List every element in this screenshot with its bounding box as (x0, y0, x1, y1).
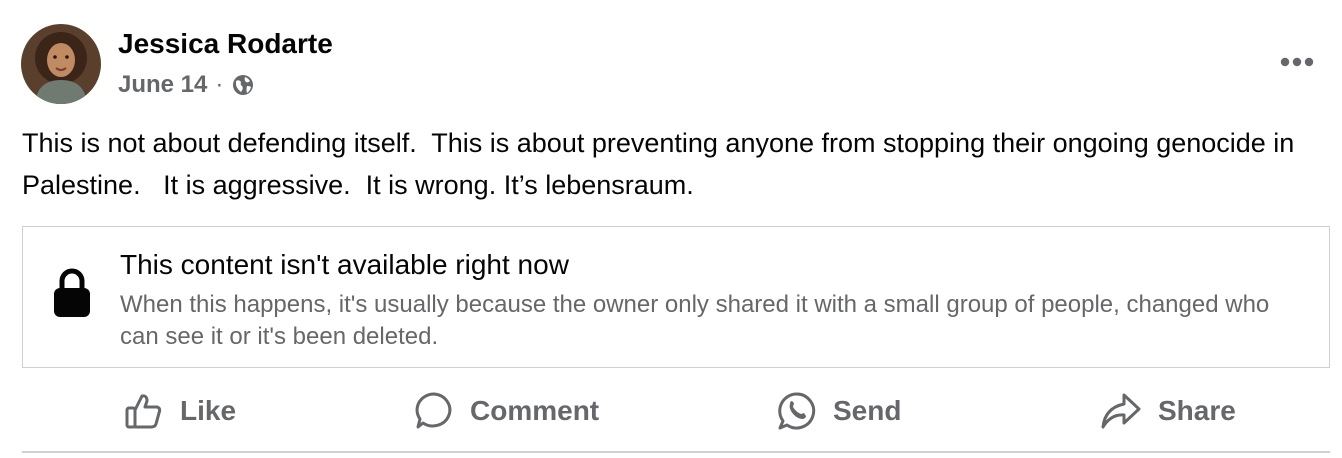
send-button[interactable]: Send (777, 380, 901, 442)
globe-icon[interactable] (231, 73, 255, 97)
unavailable-description: When this happens, it's usually because … (120, 291, 1270, 350)
like-button[interactable]: Like (124, 380, 236, 442)
lock-icon (53, 267, 91, 319)
meta-separator: · (215, 71, 224, 98)
more-icon (1280, 57, 1314, 67)
comment-icon (415, 392, 452, 429)
send-label: Send (833, 395, 902, 426)
post-date[interactable]: June 14 (118, 71, 207, 99)
more-options-button[interactable] (1272, 44, 1322, 80)
like-label: Like (180, 395, 237, 426)
share-icon (1101, 393, 1141, 429)
unavailable-content-box: This content isn't available right now W… (22, 226, 1330, 368)
thumbs-up-icon (125, 394, 162, 429)
unavailable-title: This content isn't available right now (120, 249, 569, 280)
comment-label: Comment (470, 395, 600, 426)
post-text: This is not about defending itself. This… (22, 128, 1302, 200)
bottom-divider (22, 451, 1330, 453)
share-label: Share (1158, 395, 1236, 426)
author-name[interactable]: Jessica Rodarte (118, 28, 333, 60)
whatsapp-icon (778, 392, 816, 430)
post-card: Jessica Rodarte June 14 · This is not ab… (0, 0, 1342, 458)
comment-button[interactable]: Comment (414, 380, 599, 442)
post-meta: June 14 · (118, 71, 255, 99)
avatar-photo (21, 24, 101, 104)
action-bar: Like Comment Send Share (22, 380, 1330, 442)
avatar[interactable] (21, 24, 101, 104)
share-button[interactable]: Share (1100, 380, 1236, 442)
